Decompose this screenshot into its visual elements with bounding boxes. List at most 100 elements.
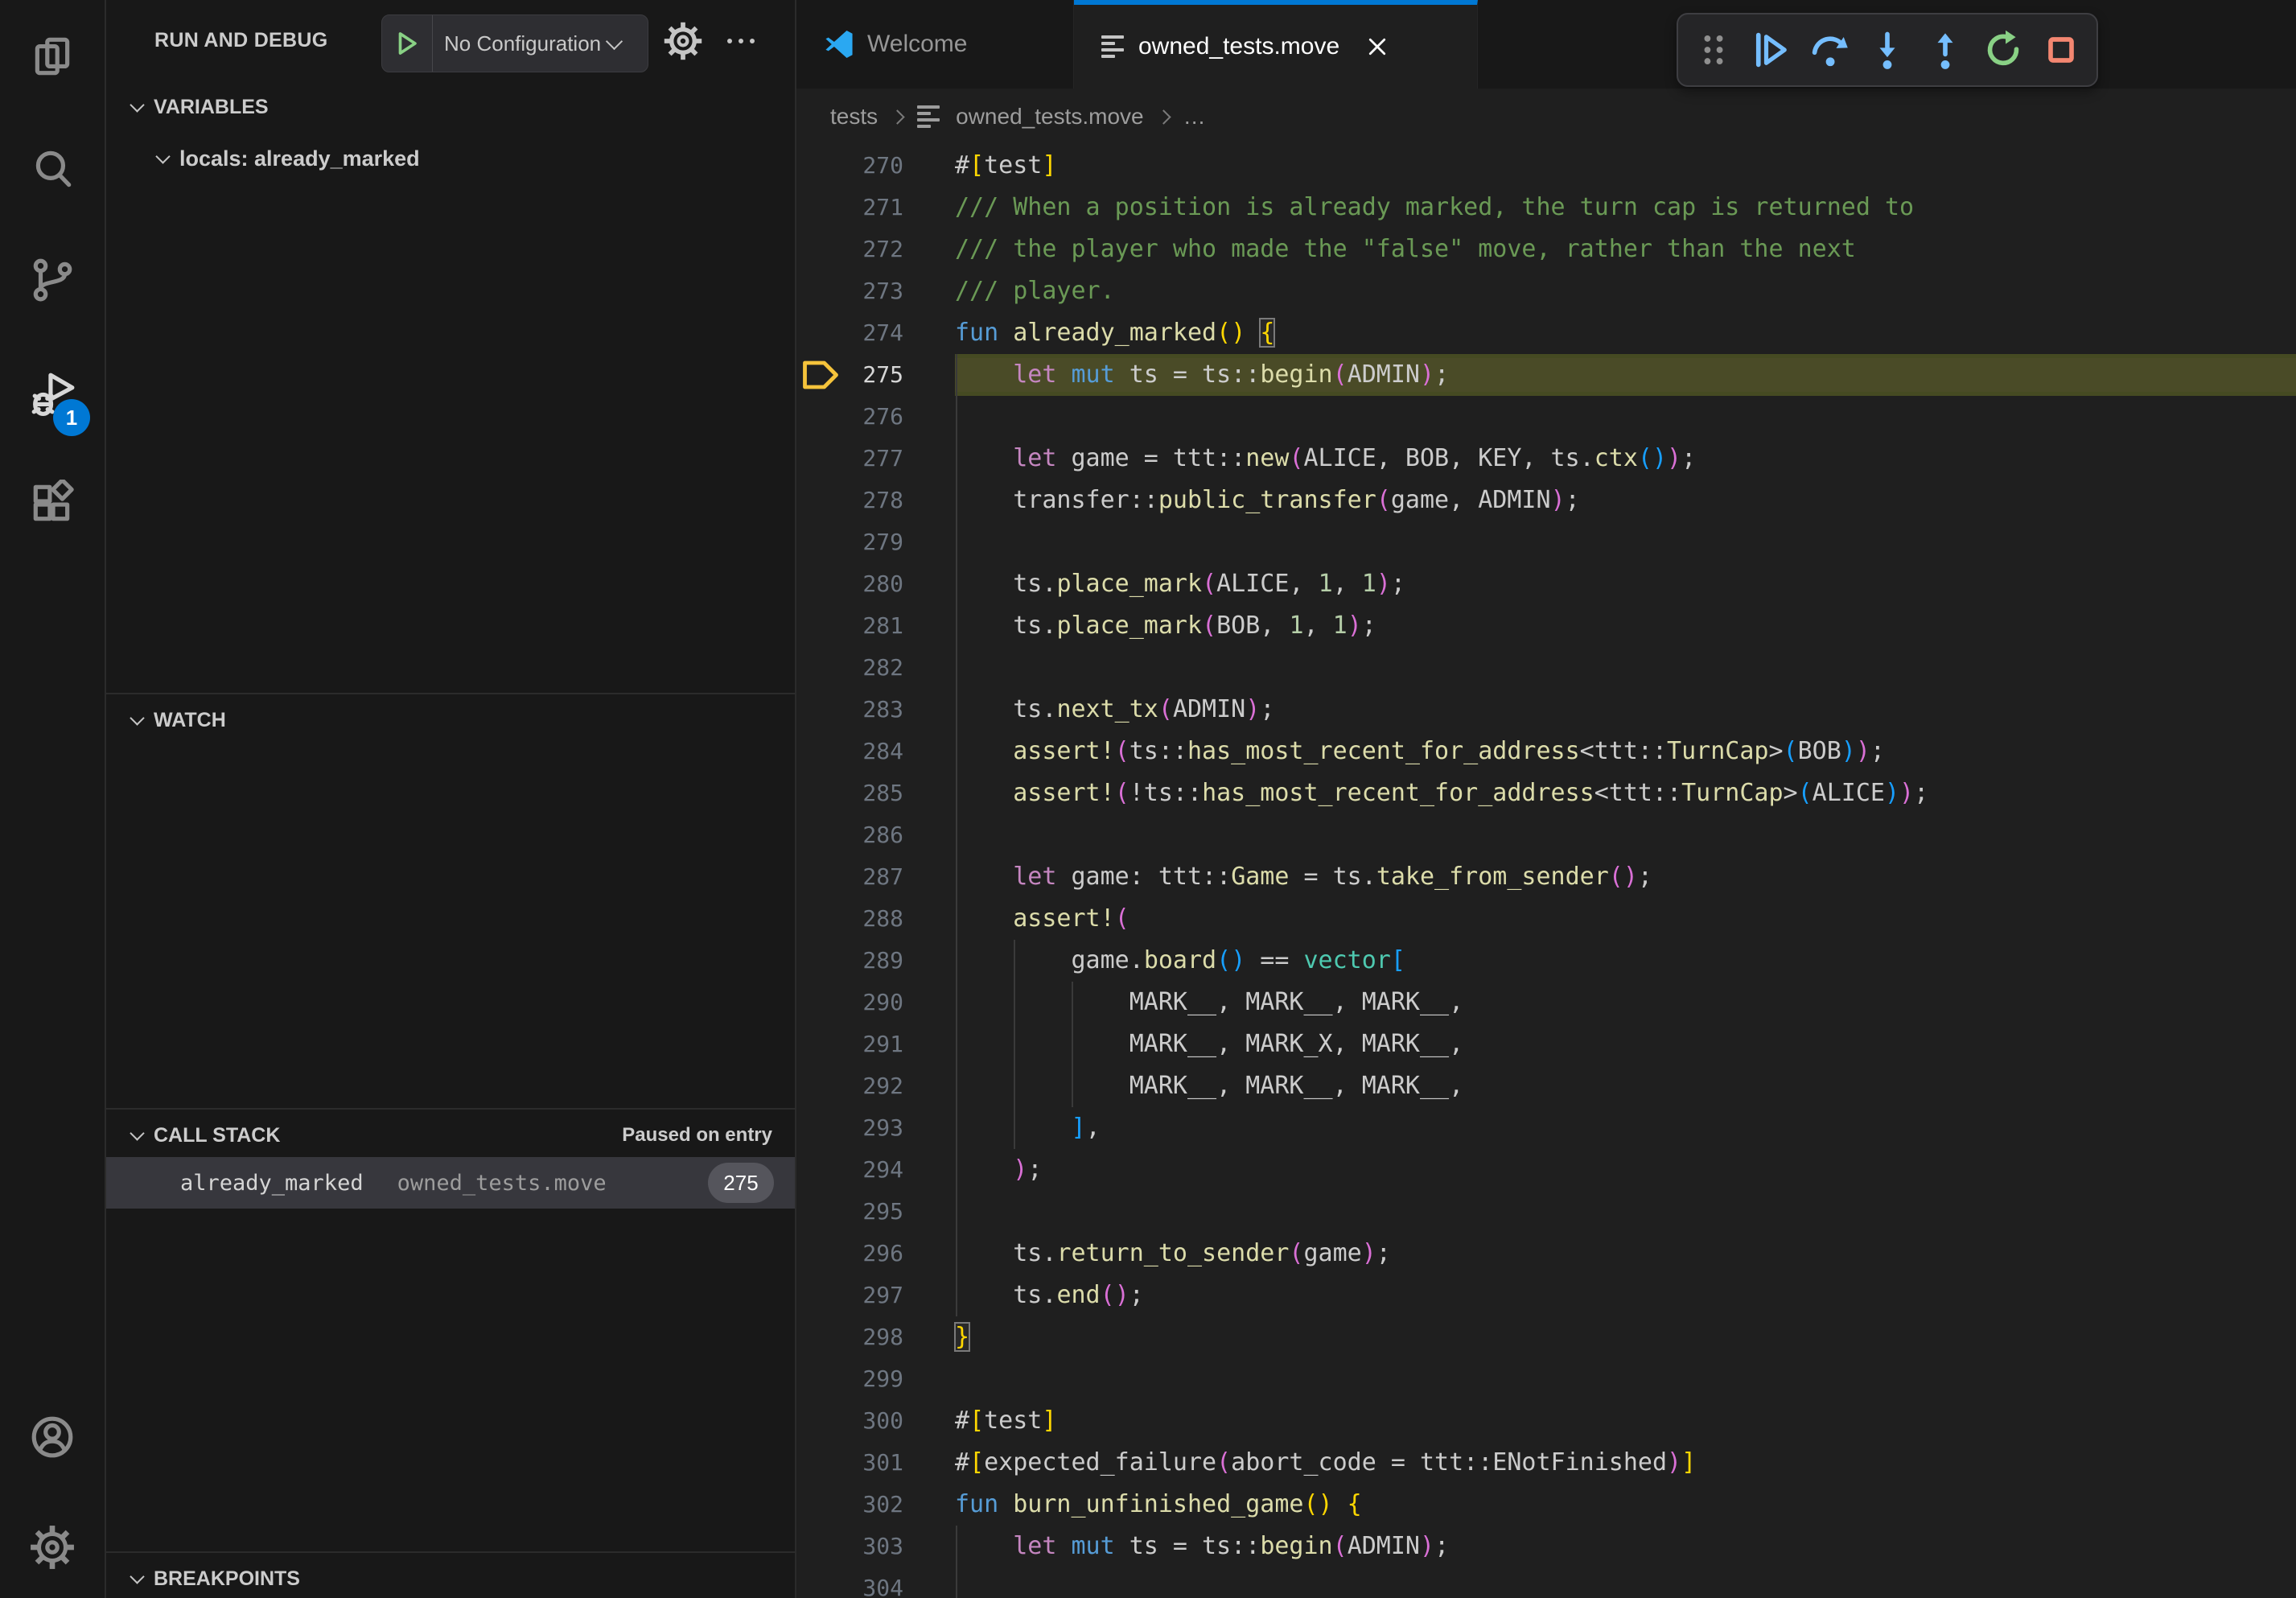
code-line[interactable]: 289 game.board() == vector[ <box>796 940 2296 982</box>
indent-guide <box>1014 940 1015 982</box>
code-line[interactable]: 302fun burn_unfinished_game() { <box>796 1484 2296 1526</box>
toolbar-grip-icon[interactable] <box>1686 23 1741 77</box>
restart-icon[interactable] <box>1976 23 2031 77</box>
code-line[interactable]: 271/// When a position is already marked… <box>796 187 2296 229</box>
variables-scope-locals[interactable]: locals: already_marked <box>106 138 795 179</box>
move-file-icon <box>917 105 941 129</box>
code-line[interactable]: 291 MARK__, MARK_X, MARK__, <box>796 1023 2296 1065</box>
code-line[interactable]: 287 let game: ttt::Game = ts.take_from_s… <box>796 856 2296 898</box>
start-debug-icon[interactable] <box>382 15 433 72</box>
line-number: 303 <box>850 1526 955 1567</box>
section-call-stack[interactable]: CALL STACK Paused on entry <box>106 1115 795 1155</box>
tab-owned-tests[interactable]: owned_tests.move <box>1074 0 1478 89</box>
step-into-icon[interactable] <box>1860 23 1915 77</box>
section-variables[interactable]: VARIABLES <box>106 87 795 127</box>
code-line[interactable]: 285 assert!(!ts::has_most_recent_for_add… <box>796 772 2296 814</box>
code-line[interactable]: 295 <box>796 1191 2296 1233</box>
section-watch[interactable]: WATCH <box>106 700 795 740</box>
code-line[interactable]: 279 <box>796 521 2296 563</box>
indent-guide <box>956 480 957 521</box>
locals-label: locals: already_marked <box>179 146 420 171</box>
code-line[interactable]: 303 let mut ts = ts::begin(ADMIN); <box>796 1526 2296 1567</box>
code-line[interactable]: 272/// the player who made the "false" m… <box>796 229 2296 270</box>
code-line[interactable]: 280 ts.place_mark(ALICE, 1, 1); <box>796 563 2296 605</box>
code-line[interactable]: 304 <box>796 1567 2296 1598</box>
indent-guide <box>1072 1023 1073 1065</box>
stop-icon[interactable] <box>2034 23 2088 77</box>
chevron-down-icon <box>155 149 170 163</box>
variables-header: VARIABLES <box>154 96 269 119</box>
extensions-icon[interactable] <box>29 480 76 526</box>
source-control-icon[interactable] <box>29 256 76 303</box>
line-number: 292 <box>850 1065 955 1107</box>
code-line[interactable]: 294 ); <box>796 1149 2296 1191</box>
indent-guide <box>956 1275 957 1316</box>
breadcrumb-folder[interactable]: tests <box>830 104 878 130</box>
line-number: 270 <box>850 145 955 187</box>
code-line-current[interactable]: 275 let mut ts = ts::begin(ADMIN); <box>796 354 2296 396</box>
code-line[interactable]: 276 <box>796 396 2296 438</box>
line-number: 296 <box>850 1233 955 1275</box>
search-icon[interactable] <box>29 146 76 192</box>
code-line[interactable]: 298} <box>796 1316 2296 1358</box>
frame-name: already_marked <box>180 1171 364 1196</box>
step-over-icon[interactable] <box>1802 23 1857 77</box>
breakpoints-header: BREAKPOINTS <box>154 1567 300 1591</box>
code-line[interactable]: 281 ts.place_mark(BOB, 1, 1); <box>796 605 2296 647</box>
code-line[interactable]: 286 <box>796 814 2296 856</box>
breadcrumb-more[interactable]: … <box>1183 104 1206 130</box>
breadcrumb-file[interactable]: owned_tests.move <box>956 104 1143 130</box>
call-stack-header: CALL STACK <box>154 1124 280 1147</box>
tab-welcome[interactable]: Welcome <box>796 0 1074 89</box>
code-line[interactable]: 293 ], <box>796 1107 2296 1149</box>
line-number: 284 <box>850 731 955 772</box>
code-line[interactable]: 273/// player. <box>796 270 2296 312</box>
line-number: 276 <box>850 396 955 438</box>
code-line[interactable]: 283 ts.next_tx(ADMIN); <box>796 689 2296 731</box>
gear-icon[interactable] <box>663 21 703 61</box>
code-line[interactable]: 274fun already_marked() { <box>796 312 2296 354</box>
indent-guide <box>956 982 957 1023</box>
close-icon[interactable] <box>1364 33 1391 60</box>
line-number: 272 <box>850 229 955 270</box>
code-line[interactable]: 282 <box>796 647 2296 689</box>
code-line[interactable]: 292 MARK__, MARK__, MARK__, <box>796 1065 2296 1107</box>
code-line[interactable]: 288 assert!( <box>796 898 2296 940</box>
code-line[interactable]: 300#[test] <box>796 1400 2296 1442</box>
indent-guide <box>956 1191 957 1233</box>
section-breakpoints[interactable]: BREAKPOINTS <box>106 1559 795 1598</box>
stack-frame-row[interactable]: already_marked owned_tests.move 275 <box>106 1157 795 1209</box>
code-line[interactable]: 270#[test] <box>796 145 2296 187</box>
more-ellipsis-icon[interactable] <box>727 39 755 43</box>
debug-config-dropdown[interactable]: No Configurations <box>381 14 648 72</box>
line-number: 278 <box>850 480 955 521</box>
indent-guide <box>956 1065 957 1107</box>
indent-guide <box>1014 1107 1015 1149</box>
code-line[interactable]: 290 MARK__, MARK__, MARK__, <box>796 982 2296 1023</box>
files-icon[interactable] <box>29 33 76 80</box>
chevron-down-icon <box>130 1126 144 1140</box>
frame-file: owned_tests.move <box>397 1171 607 1196</box>
account-icon[interactable] <box>29 1414 76 1460</box>
indent-guide <box>956 856 957 898</box>
code-line[interactable]: 296 ts.return_to_sender(game); <box>796 1233 2296 1275</box>
code-line[interactable]: 277 let game = ttt::new(ALICE, BOB, KEY,… <box>796 438 2296 480</box>
code-line[interactable]: 301#[expected_failure(abort_code = ttt::… <box>796 1442 2296 1484</box>
stack-frame-marker-icon[interactable] <box>796 359 850 391</box>
code-line[interactable]: 299 <box>796 1358 2296 1400</box>
continue-icon[interactable] <box>1744 23 1799 77</box>
debug-toolbar <box>1677 13 2098 87</box>
code-line[interactable]: 278 transfer::public_transfer(game, ADMI… <box>796 480 2296 521</box>
code-line[interactable]: 297 ts.end(); <box>796 1275 2296 1316</box>
move-file-icon <box>1101 35 1125 59</box>
line-number: 285 <box>850 772 955 814</box>
settings-gear-icon[interactable] <box>29 1524 76 1571</box>
line-number: 271 <box>850 187 955 229</box>
tab-label: Welcome <box>867 31 967 58</box>
code-line[interactable]: 284 assert!(ts::has_most_recent_for_addr… <box>796 731 2296 772</box>
editor-group: Welcome owned_tests.move <box>796 0 2296 1598</box>
step-out-icon[interactable] <box>1918 23 1973 77</box>
line-number: 293 <box>850 1107 955 1149</box>
indent-guide <box>956 563 957 605</box>
indent-guide <box>956 772 957 814</box>
